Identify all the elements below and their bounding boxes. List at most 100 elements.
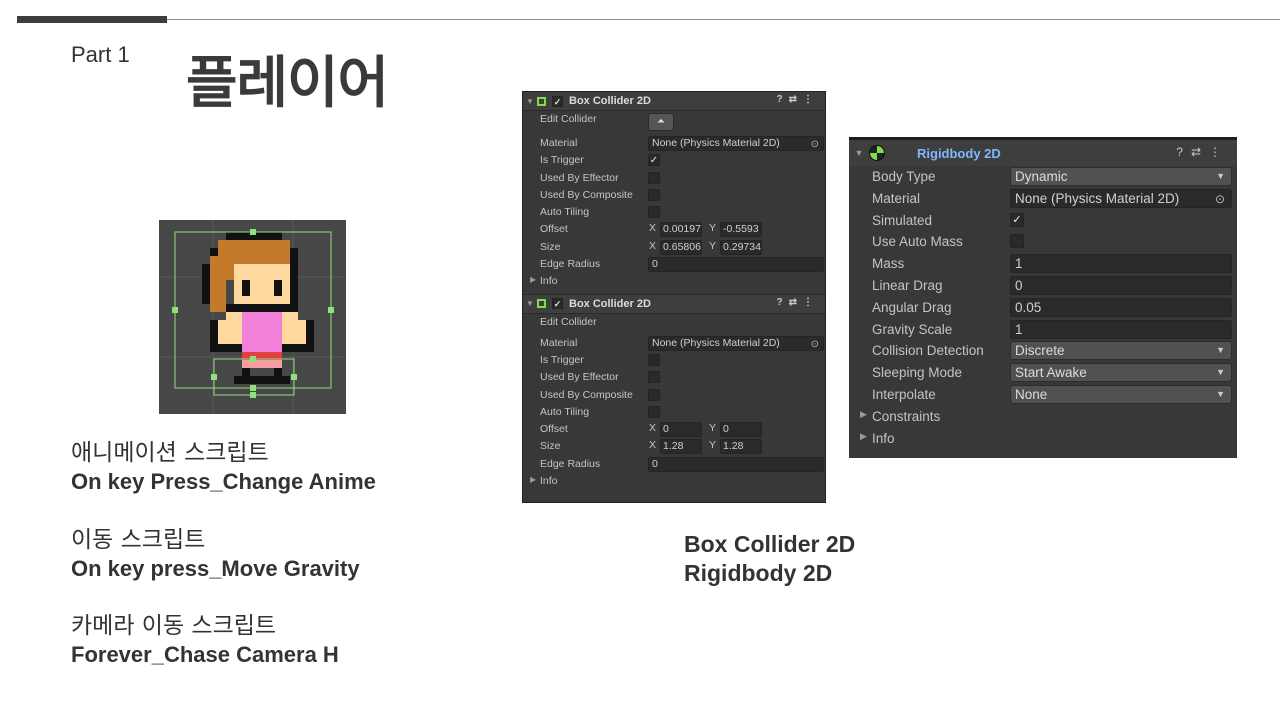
used-by-effector-row: Used By Effector: [523, 369, 825, 386]
info-fold-icon[interactable]: ▶: [530, 275, 536, 284]
constraints-fold-icon[interactable]: ▶: [860, 409, 867, 420]
auto-tiling-row: Auto Tiling: [523, 404, 825, 421]
is-trigger-checkbox[interactable]: ✓: [648, 154, 660, 167]
info-fold-icon[interactable]: ▶: [860, 431, 867, 442]
auto-tiling-label: Auto Tiling: [540, 405, 590, 418]
used-by-effector-checkbox[interactable]: [648, 371, 660, 384]
info-fold-icon[interactable]: ▶: [530, 475, 536, 484]
sleeping-mode-row: Sleeping Mode Start Awake ▼: [849, 362, 1237, 384]
help-icon[interactable]: ?: [777, 94, 789, 105]
used-by-composite-label: Used By Composite: [540, 188, 633, 201]
use-auto-mass-checkbox[interactable]: [1010, 234, 1024, 249]
interpolate-value: None: [1015, 386, 1048, 402]
help-icon[interactable]: ?: [777, 297, 789, 308]
constraints-row[interactable]: ▶ Constraints: [849, 406, 1237, 428]
box-collider-header[interactable]: ▼ ✓ Box Collider 2D ?⇄⋮: [523, 92, 825, 111]
size-row: Size X 1.28 Y 1.28: [523, 438, 825, 455]
object-picker-icon[interactable]: ⊙: [811, 338, 819, 350]
help-icon[interactable]: ?: [1176, 145, 1191, 159]
used-by-composite-checkbox[interactable]: [648, 388, 660, 401]
more-icon[interactable]: ⋮: [803, 297, 819, 308]
part-label: Part 1: [71, 42, 130, 67]
size-y-field[interactable]: 0.29734: [720, 239, 762, 255]
is-trigger-checkbox[interactable]: [648, 353, 660, 366]
slide-title: 플레이어: [186, 51, 389, 116]
chevron-down-icon: ▼: [1216, 367, 1225, 378]
component-enabled-checkbox[interactable]: ✓: [552, 298, 563, 310]
material-field[interactable]: None (Physics Material 2D) ⊙: [1010, 188, 1232, 208]
preset-icon[interactable]: ⇄: [1191, 145, 1209, 159]
gravity-scale-row: Gravity Scale 1: [849, 319, 1237, 341]
inspector-caption: Box Collider 2D Rigidbody 2D: [684, 530, 855, 588]
material-field[interactable]: None (Physics Material 2D) ⊙: [648, 335, 824, 351]
info-row[interactable]: ▶ Info: [523, 273, 825, 290]
linear-drag-row: Linear Drag 0: [849, 275, 1237, 297]
angular-drag-field[interactable]: 0.05: [1010, 297, 1232, 317]
object-picker-icon[interactable]: ⊙: [811, 138, 819, 150]
use-auto-mass-label: Use Auto Mass: [872, 234, 963, 250]
offset-x-label: X: [649, 422, 657, 435]
offset-y-field[interactable]: 0: [720, 422, 762, 438]
info-row[interactable]: ▶ Info: [849, 428, 1237, 450]
collapse-triangle-icon[interactable]: ▼: [523, 299, 537, 308]
interpolate-dropdown[interactable]: None ▼: [1010, 384, 1232, 404]
caption-line-2: Rigidbody 2D: [684, 560, 833, 586]
offset-y-field[interactable]: -0.5593: [720, 222, 762, 238]
more-icon[interactable]: ⋮: [1209, 145, 1229, 159]
collision-detection-row: Collision Detection Discrete ▼: [849, 340, 1237, 362]
collapse-triangle-icon[interactable]: ▼: [523, 97, 537, 106]
sleeping-mode-dropdown[interactable]: Start Awake ▼: [1010, 363, 1232, 383]
collision-detection-dropdown[interactable]: Discrete ▼: [1010, 341, 1232, 361]
header-icons[interactable]: ?⇄⋮: [1176, 145, 1229, 159]
use-auto-mass-row: Use Auto Mass: [849, 231, 1237, 253]
header-icons[interactable]: ?⇄⋮: [777, 94, 820, 105]
size-y-label: Y: [709, 239, 717, 252]
box-collider-icon: [537, 299, 546, 309]
edge-radius-field[interactable]: 0: [648, 456, 824, 472]
preset-icon[interactable]: ⇄: [789, 297, 803, 308]
box-collider-header[interactable]: ▼ ✓ Box Collider 2D ?⇄⋮: [523, 294, 825, 314]
collapse-triangle-icon[interactable]: ▼: [849, 148, 869, 158]
body-type-label: Body Type: [872, 169, 936, 184]
used-by-composite-row: Used By Composite: [523, 387, 825, 404]
used-by-composite-row: Used By Composite: [523, 187, 825, 204]
size-y-label: Y: [709, 439, 717, 452]
rigidbody-inspector: ▼ Rigidbody 2D ?⇄⋮ Body Type Dynamic ▼ Ma…: [849, 137, 1237, 458]
size-x-field[interactable]: 0.65806: [660, 239, 702, 255]
info-label: Info: [540, 275, 558, 288]
info-row[interactable]: ▶ Info: [523, 473, 825, 490]
edit-collider-button[interactable]: ⏶: [648, 113, 674, 131]
more-icon[interactable]: ⋮: [803, 94, 819, 105]
size-y-field[interactable]: 1.28: [720, 439, 762, 455]
script-animation-desc: On key Press_Change Anime: [71, 469, 376, 494]
header-icons[interactable]: ?⇄⋮: [777, 297, 820, 308]
edit-collider-label[interactable]: Edit Collider: [540, 316, 597, 328]
object-picker-icon[interactable]: ⊙: [1215, 191, 1225, 208]
component-enabled-checkbox[interactable]: ✓: [552, 95, 563, 107]
body-type-value: Dynamic: [1015, 169, 1068, 184]
auto-tiling-checkbox[interactable]: [648, 405, 660, 418]
used-by-effector-checkbox[interactable]: [648, 171, 660, 184]
offset-x-field[interactable]: 0: [660, 422, 702, 438]
body-type-dropdown[interactable]: Dynamic ▼: [1010, 167, 1232, 186]
offset-x-field[interactable]: 0.00197: [660, 222, 702, 238]
edge-radius-row: Edge Radius 0: [523, 456, 825, 473]
simulated-checkbox[interactable]: ✓: [1010, 212, 1024, 227]
angular-drag-row: Angular Drag 0.05: [849, 297, 1237, 319]
offset-y-label: Y: [709, 422, 717, 435]
mass-label: Mass: [872, 256, 905, 272]
rigidbody-header[interactable]: ▼ Rigidbody 2D ?⇄⋮: [849, 140, 1237, 166]
material-field[interactable]: None (Physics Material 2D) ⊙: [648, 136, 824, 151]
offset-row: Offset X 0.00197 Y -0.5593: [523, 221, 825, 238]
auto-tiling-checkbox[interactable]: [648, 206, 660, 219]
preset-icon[interactable]: ⇄: [789, 94, 803, 105]
linear-drag-field[interactable]: 0: [1010, 275, 1232, 295]
mass-field[interactable]: 1: [1010, 254, 1232, 274]
edge-radius-field[interactable]: 0: [648, 257, 824, 273]
edge-radius-row: Edge Radius 0: [523, 256, 825, 273]
edit-collider-row: Edit Collider: [523, 314, 825, 335]
top-accent-bar: [17, 16, 167, 23]
gravity-scale-field[interactable]: 1: [1010, 319, 1232, 339]
used-by-composite-checkbox[interactable]: [648, 188, 660, 201]
size-x-field[interactable]: 1.28: [660, 439, 702, 455]
